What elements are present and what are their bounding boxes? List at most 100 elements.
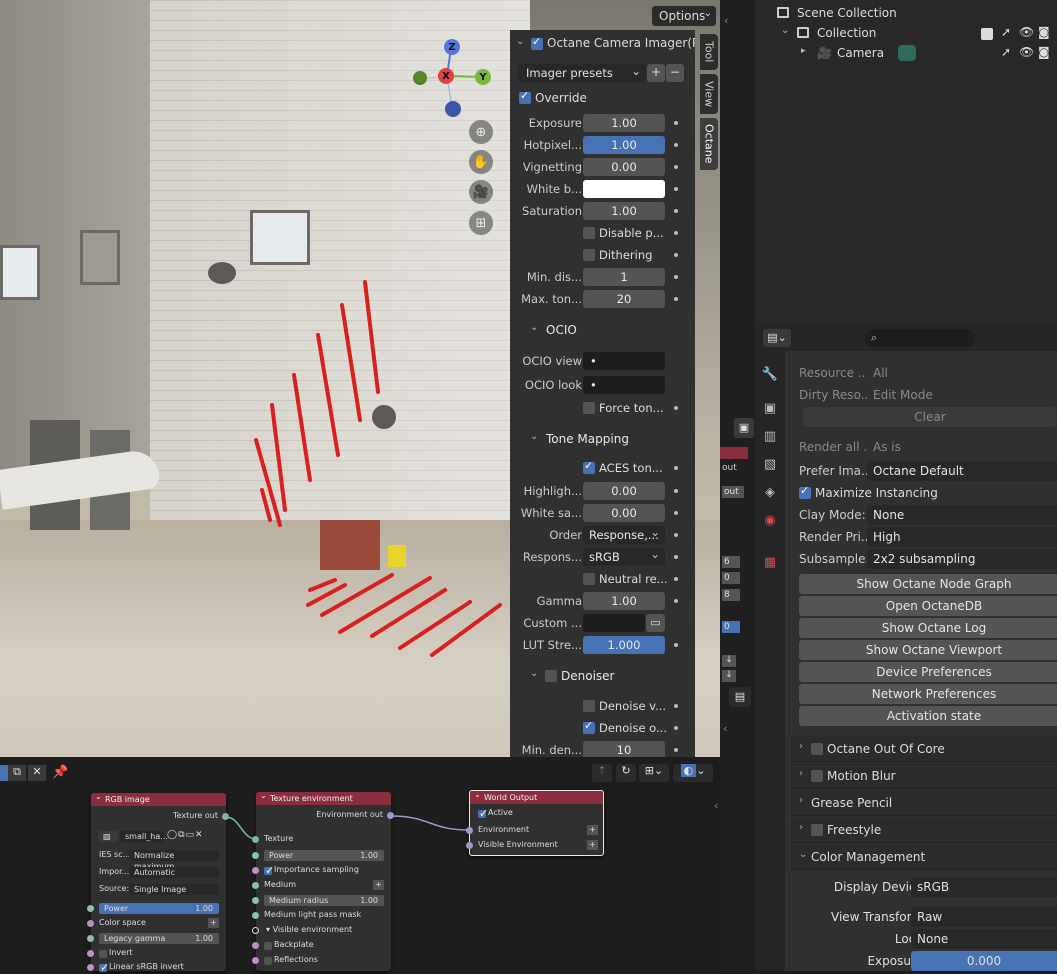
subsample-dropdown[interactable]: 2x2 subsampling	[867, 549, 1057, 569]
search-input[interactable]: ⌕	[865, 329, 975, 347]
gamma-field[interactable]: 1.00	[583, 592, 665, 610]
saturation-field[interactable]: 1.00	[583, 202, 665, 220]
show-octane-log-button[interactable]: Show Octane Log	[799, 618, 1057, 638]
keyframe-dot-icon[interactable]	[674, 704, 678, 708]
lut-strength-field[interactable]: 1.000	[583, 636, 665, 654]
select-arrow-icon[interactable]: ➚	[1001, 25, 1011, 39]
outliner-row-camera[interactable]: ▸ 🎥 Camera ➚ 👁 ◙	[755, 44, 1057, 64]
imager-presets-dropdown[interactable]: Imager presets ⌄	[518, 64, 646, 82]
tab-view[interactable]: View	[700, 74, 718, 114]
open-octanedb-button[interactable]: Open OctaneDB	[799, 596, 1057, 616]
zoom-icon[interactable]: ⊕	[469, 120, 493, 144]
keyframe-dot-icon[interactable]	[674, 121, 678, 125]
keyframe-dot-icon[interactable]	[674, 643, 678, 647]
node-editor[interactable]: ⧉ ✕ 📌 ⇡ ↻ ⊞⌄ ◐⌄ ‹ RGB image Texture out …	[0, 757, 720, 974]
color-management-section[interactable]: ⌄ Color Management	[791, 844, 1057, 870]
plus-icon[interactable]: +	[208, 918, 219, 928]
denoise-o-checkbox[interactable]	[583, 719, 595, 734]
outliner-row-collection[interactable]: ⌄ Collection ➚ 👁 ◙	[755, 24, 1057, 44]
min-dis-field[interactable]: 1	[583, 268, 665, 286]
resource-dropdown[interactable]: All	[867, 363, 1057, 383]
keyframe-dot-icon[interactable]	[674, 466, 678, 470]
response-dropdown[interactable]: sRGB	[583, 545, 665, 566]
maximize-instancing-checkbox[interactable]	[799, 484, 811, 499]
clay-mode-dropdown[interactable]: None	[867, 505, 1057, 525]
remove-preset-button[interactable]: −	[666, 64, 684, 82]
tab-tool[interactable]: Tool	[700, 34, 718, 70]
display-device-dropdown[interactable]: sRGB	[911, 877, 1057, 897]
keyframe-dot-icon[interactable]	[674, 165, 678, 169]
motion-blur-checkbox[interactable]	[811, 770, 823, 782]
node-rgb-image[interactable]: RGB image Texture out ▨ small_ha... ◯⧉▭✕…	[87, 790, 229, 974]
ies-dropdown[interactable]: Normalize maximum...	[129, 850, 219, 871]
denoise-v-checkbox[interactable]	[583, 700, 595, 712]
view-transform-dropdown[interactable]: Raw	[911, 907, 1057, 927]
texture-checker-icon[interactable]: ▦	[761, 553, 779, 571]
camera-view-icon[interactable]: 🎥	[469, 180, 493, 204]
node-texture-env-title[interactable]: Texture environment	[256, 789, 391, 805]
arrow-down-icon[interactable]: ↓	[722, 670, 736, 682]
gizmo-y-axis[interactable]: Y	[475, 69, 491, 85]
keyframe-dot-icon[interactable]	[674, 511, 678, 515]
chevron-down-icon[interactable]: ⌄	[781, 25, 789, 36]
max-ton-field[interactable]: 20	[583, 290, 665, 308]
output-printer-icon[interactable]: ▥	[761, 427, 779, 445]
keyframe-dot-icon[interactable]	[674, 748, 678, 752]
medium-radius-socket[interactable]	[252, 897, 259, 904]
dithering-checkbox[interactable]	[583, 249, 595, 261]
node-world-output-title[interactable]: World Output	[470, 788, 603, 804]
keyframe-dot-icon[interactable]	[674, 489, 678, 493]
keyframe-dot-icon[interactable]	[674, 406, 678, 410]
motion-blur-section[interactable]: › Motion Blur	[791, 763, 1057, 789]
power-socket[interactable]	[87, 905, 94, 912]
options-dropdown[interactable]: Options ⌄	[652, 6, 716, 26]
freestyle-checkbox[interactable]	[811, 824, 823, 836]
render-priority-dropdown[interactable]: High	[867, 527, 1057, 547]
device-preferences-button[interactable]: Device Preferences	[799, 662, 1057, 682]
cm-exposure-field[interactable]: 0.000	[911, 951, 1057, 971]
plus-icon[interactable]: +	[373, 880, 384, 890]
medium-radius-field[interactable]: Medium radius 1.00	[264, 895, 384, 906]
white-balance-color-swatch[interactable]	[583, 180, 665, 198]
power-socket[interactable]	[252, 852, 259, 859]
keyframe-dot-icon[interactable]	[674, 577, 678, 581]
gizmo-neg-z[interactable]	[445, 101, 461, 117]
white-sa-field[interactable]: 0.00	[583, 504, 665, 522]
denoiser-checkbox[interactable]	[545, 670, 557, 682]
editor-type-dropdown[interactable]: ▤⌄	[763, 329, 791, 347]
vignetting-field[interactable]: 0.00	[583, 158, 665, 176]
hotpixel-field[interactable]: 1.00	[583, 136, 665, 154]
camera-render-icon[interactable]: ◙	[1038, 25, 1050, 39]
denoiser-section-header[interactable]: ⌄ Denoiser	[510, 664, 695, 688]
folder-icon[interactable]: ▭	[646, 614, 665, 632]
outliner-row-scene-collection[interactable]: Scene Collection	[755, 4, 1057, 24]
tool-icon[interactable]: 🔧	[761, 365, 779, 383]
keyframe-dot-icon[interactable]	[674, 187, 678, 191]
ocio-section-header[interactable]: ⌄ OCIO	[510, 318, 695, 342]
scene-icon[interactable]: ◈	[761, 483, 779, 501]
out-of-core-checkbox[interactable]	[811, 743, 823, 755]
image-icon[interactable]: ▨	[98, 831, 118, 842]
exclude-checkbox[interactable]	[981, 28, 993, 40]
clear-button[interactable]: Clear	[803, 407, 1057, 427]
keyframe-dot-icon[interactable]	[674, 209, 678, 213]
tone-mapping-section-header[interactable]: ⌄ Tone Mapping	[510, 427, 695, 451]
keyframe-dot-icon[interactable]	[674, 533, 678, 537]
show-octane-node-graph-button[interactable]: Show Octane Node Graph	[799, 574, 1057, 594]
dirty-resource-dropdown[interactable]: Edit Mode	[867, 385, 1057, 405]
hand-pan-icon[interactable]: ✋	[469, 150, 493, 174]
texture-out-socket[interactable]	[222, 813, 229, 820]
node-view-icon[interactable]: ▣	[734, 418, 754, 438]
aces-checkbox[interactable]	[583, 459, 595, 474]
grease-pencil-section[interactable]: › Grease Pencil	[791, 790, 1057, 816]
camera-render-icon[interactable]: ◙	[1038, 45, 1050, 59]
chevron-down-icon[interactable]: ⌄	[516, 36, 524, 47]
neutral-checkbox[interactable]	[583, 573, 595, 585]
render-icon[interactable]: ▤	[729, 687, 751, 707]
keyframe-dot-icon[interactable]	[674, 599, 678, 603]
chevron-left-icon[interactable]: ‹	[723, 722, 727, 735]
show-octane-viewport-button[interactable]: Show Octane Viewport	[799, 640, 1057, 660]
render-camera-icon[interactable]: ▣	[761, 399, 779, 417]
disable-p-checkbox[interactable]	[583, 227, 595, 239]
env-out-socket[interactable]	[387, 812, 394, 819]
